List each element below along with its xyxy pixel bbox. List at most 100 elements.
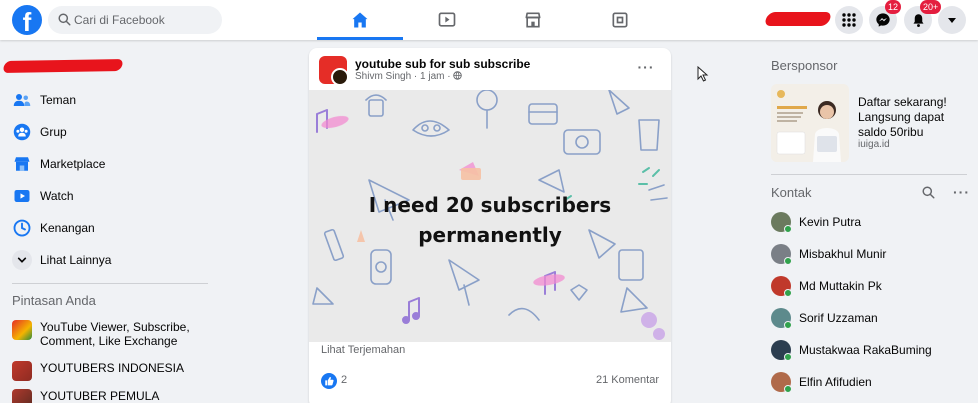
- sidebar-item-label: Kenangan: [40, 221, 95, 235]
- post-meta: Shivm Singh · 1 jam ·: [355, 71, 463, 82]
- notifications-button[interactable]: 20+: [904, 0, 942, 34]
- sidebar-item-marketplace[interactable]: Marketplace: [12, 152, 212, 176]
- home-icon: [352, 12, 368, 28]
- messenger-icon: [876, 13, 890, 27]
- avatar: [771, 244, 792, 265]
- contacts-more-button[interactable]: ···: [953, 184, 970, 200]
- post-more-options-button[interactable]: ···: [635, 58, 657, 80]
- watch-icon: [438, 12, 456, 27]
- bell-icon: [913, 13, 923, 27]
- group-name[interactable]: youtube sub for sub subscribe: [355, 57, 530, 71]
- contact-item[interactable]: Sorif Uzzaman: [771, 307, 971, 329]
- post-image-text: I need 20 subscribers permanently: [309, 190, 671, 250]
- sidebar-item-watch[interactable]: Watch: [12, 184, 212, 208]
- redacted-profile-name: [2, 58, 124, 74]
- post-image[interactable]: I need 20 subscribers permanently: [309, 90, 671, 342]
- sidebar-item-label: Marketplace: [40, 157, 106, 171]
- tab-gaming[interactable]: [577, 0, 663, 40]
- ad-headline[interactable]: Daftar sekarang! Langsung dapat saldo 50…: [858, 95, 973, 140]
- shortcut-label: YouTube Viewer, Subscribe, Comment, Like…: [40, 320, 190, 348]
- sidebar-item-see-more[interactable]: Lihat Lainnya: [12, 248, 212, 272]
- group-thumbnail: [12, 320, 32, 340]
- post-image-text-line1: I need 20 subscribers: [368, 193, 612, 217]
- author-avatar[interactable]: [331, 68, 349, 86]
- facebook-logo-icon[interactable]: f: [12, 5, 42, 35]
- search-box[interactable]: [48, 6, 222, 34]
- friends-icon: [12, 90, 32, 110]
- post-image-text-line2: permanently: [418, 223, 562, 247]
- contact-item[interactable]: Misbakhul Munir: [771, 243, 971, 265]
- messenger-badge: 12: [885, 0, 902, 14]
- comment-count[interactable]: 21 Komentar: [596, 374, 659, 386]
- messenger-button[interactable]: 12: [869, 0, 902, 34]
- ad-image[interactable]: [771, 84, 849, 162]
- sidebar-item-teman[interactable]: Teman: [12, 88, 212, 112]
- sidebar-divider: [12, 283, 208, 284]
- online-indicator: [784, 353, 792, 361]
- contact-item[interactable]: Mustakwaa RakaBuming: [771, 339, 971, 361]
- contacts-search-button[interactable]: [922, 186, 935, 204]
- groups-icon: [12, 122, 32, 142]
- contact-name: Mustakwaa RakaBuming: [799, 343, 932, 357]
- sidebar-item-label: Watch: [40, 189, 74, 203]
- shortcuts-title: Pintasan Anda: [12, 293, 96, 308]
- online-indicator: [784, 225, 792, 233]
- contact-name: Elfin Afifudien: [799, 375, 872, 389]
- tab-watch[interactable]: [404, 0, 490, 40]
- shortcut-item[interactable]: YOUTUBERS INDONESIA: [12, 361, 212, 381]
- ad-domain[interactable]: iuiga.id: [858, 139, 890, 150]
- search-icon: [922, 186, 935, 199]
- avatar: [771, 212, 792, 233]
- gaming-icon: [612, 12, 628, 28]
- avatar: [771, 372, 792, 393]
- see-translation-link[interactable]: Lihat Terjemahan: [321, 344, 405, 356]
- sidebar-item-label: Lihat Lainnya: [40, 253, 112, 267]
- sidebar-item-label: Grup: [40, 125, 67, 139]
- globe-icon: [453, 71, 463, 80]
- watch-icon: [12, 186, 32, 206]
- top-navigation-bar: f 12 20+: [0, 0, 978, 40]
- search-icon: [58, 13, 71, 26]
- online-indicator: [784, 385, 792, 393]
- shortcut-item[interactable]: YOUTUBER PEMULA INDONESIA |: [12, 389, 212, 403]
- caret-down-icon: [948, 18, 956, 23]
- search-input[interactable]: [74, 6, 214, 34]
- shortcut-label: YOUTUBERS INDONESIA: [40, 361, 185, 375]
- sidebar-item-kenangan[interactable]: Kenangan: [12, 216, 212, 240]
- tab-home[interactable]: [317, 0, 403, 40]
- contact-name: Kevin Putra: [799, 215, 862, 229]
- post-author-time: Shivm Singh · 1 jam ·: [355, 71, 454, 82]
- sidebar-item-grup[interactable]: Grup: [12, 120, 212, 144]
- contact-name: Misbakhul Munir: [799, 247, 887, 261]
- contacts-title: Kontak: [771, 185, 812, 200]
- contact-name: Md Muttakin Pk: [799, 279, 882, 293]
- sponsored-title: Bersponsor: [771, 58, 838, 73]
- avatar: [771, 308, 792, 329]
- grid-menu-icon: [842, 13, 856, 27]
- menu-button[interactable]: [835, 6, 863, 34]
- contact-item[interactable]: Md Muttakin Pk: [771, 275, 971, 297]
- redacted-username: [763, 12, 833, 26]
- tab-marketplace[interactable]: [490, 0, 576, 40]
- shortcut-label: YOUTUBER PEMULA INDONESIA |: [40, 389, 159, 403]
- like-count[interactable]: 2: [341, 374, 347, 386]
- right-divider: [771, 174, 967, 175]
- shortcut-item[interactable]: YouTube Viewer, Subscribe, Comment, Like…: [12, 320, 212, 348]
- contact-item[interactable]: Kevin Putra: [771, 211, 971, 233]
- online-indicator: [784, 289, 792, 297]
- account-menu-button[interactable]: [938, 6, 966, 34]
- like-reaction-icon[interactable]: [321, 373, 337, 389]
- group-thumbnail: [12, 361, 32, 381]
- sidebar-item-label: Teman: [40, 93, 77, 107]
- ad-thumbnail-illustration: [771, 84, 849, 162]
- online-indicator: [784, 321, 792, 329]
- mouse-cursor-icon: [697, 66, 709, 82]
- online-indicator: [784, 257, 792, 265]
- feed-post: youtube sub for sub subscribe Shivm Sing…: [309, 48, 671, 403]
- contact-item[interactable]: Elfin Afifudien: [771, 371, 971, 393]
- avatar: [771, 340, 792, 361]
- marketplace-icon: [12, 154, 32, 174]
- memories-icon: [12, 218, 32, 238]
- marketplace-icon: [525, 12, 541, 28]
- contact-name: Sorif Uzzaman: [799, 311, 878, 325]
